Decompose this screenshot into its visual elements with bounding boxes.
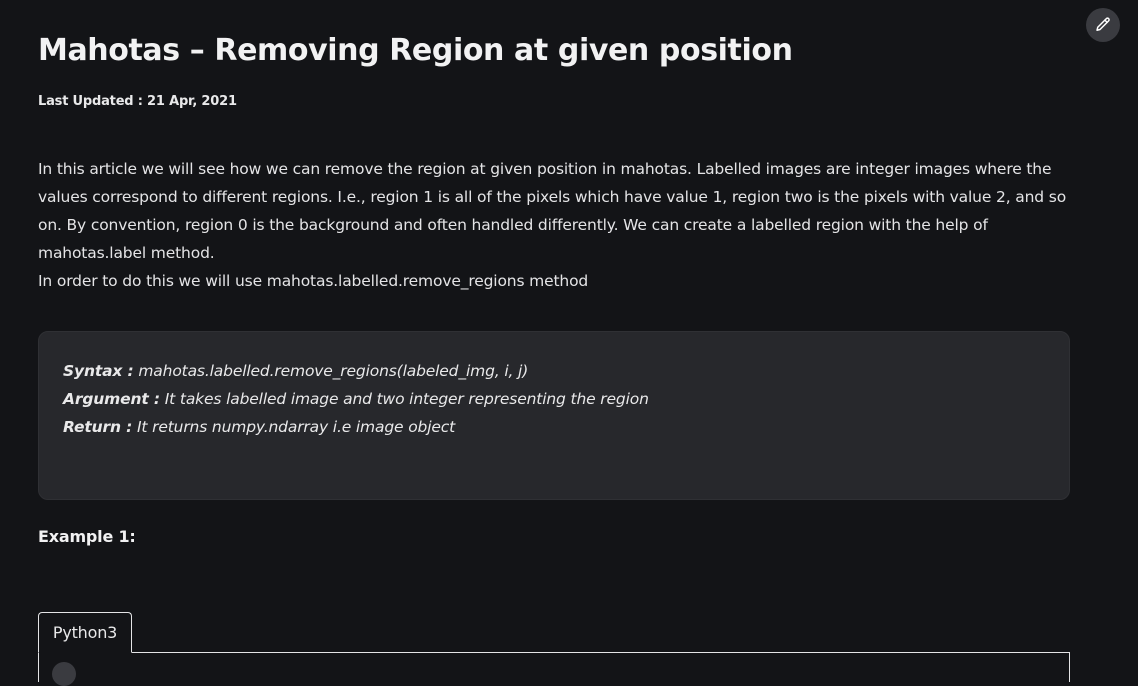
pencil-icon xyxy=(1094,16,1112,34)
article-body: In this article we will see how we can r… xyxy=(38,155,1078,295)
page-title: Mahotas – Removing Region at given posit… xyxy=(38,33,793,68)
last-updated-date: Last Updated : 21 Apr, 2021 xyxy=(38,94,237,109)
syntax-value: mahotas.labelled.remove_regions(labeled_… xyxy=(133,362,529,380)
syntax-label: Syntax : xyxy=(63,362,134,380)
code-toolbar-icon[interactable] xyxy=(52,662,76,686)
return-row: Return : It returns numpy.ndarray i.e im… xyxy=(63,413,1045,441)
tab-python3[interactable]: Python3 xyxy=(38,612,132,653)
return-label: Return : xyxy=(63,418,133,436)
return-value: It returns numpy.ndarray i.e image objec… xyxy=(132,418,456,436)
argument-value: It takes labelled image and two integer … xyxy=(159,390,649,408)
method-note: In order to do this we will use mahotas.… xyxy=(38,272,589,290)
intro-paragraph: In this article we will see how we can r… xyxy=(38,160,1067,262)
code-block-frame xyxy=(38,652,1070,682)
syntax-row: Syntax : mahotas.labelled.remove_regions… xyxy=(63,357,1045,385)
argument-label: Argument : xyxy=(63,390,160,408)
argument-row: Argument : It takes labelled image and t… xyxy=(63,385,1045,413)
syntax-box: Syntax : mahotas.labelled.remove_regions… xyxy=(38,331,1070,500)
edit-article-button[interactable] xyxy=(1086,8,1120,42)
example-heading: Example 1: xyxy=(38,527,136,546)
